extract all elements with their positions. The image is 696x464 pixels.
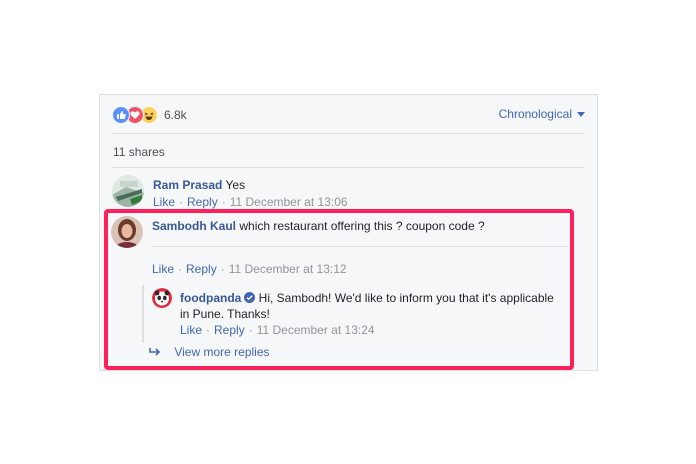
- like-icon: [112, 106, 130, 124]
- timestamp[interactable]: 11 December at 13:06: [230, 195, 348, 209]
- comment-actions: Like · Reply · 11 December at 13:06: [153, 195, 348, 209]
- like-link[interactable]: Like: [153, 195, 175, 209]
- shares-count[interactable]: 11 shares: [113, 145, 165, 159]
- reply-link[interactable]: Reply: [187, 195, 218, 209]
- reaction-count[interactable]: 6.8k: [164, 108, 187, 122]
- divider: [112, 167, 585, 168]
- highlight-box: [104, 209, 574, 370]
- caret-down-icon: [577, 111, 585, 117]
- avatar[interactable]: [112, 175, 144, 207]
- reactions-bar[interactable]: 6.8k: [112, 105, 187, 125]
- comment-author[interactable]: Ram Prasad: [153, 178, 222, 192]
- sort-label: Chronological: [498, 107, 572, 121]
- divider: [112, 133, 585, 134]
- sort-dropdown[interactable]: Chronological: [499, 107, 585, 121]
- comment-text: Yes: [225, 178, 246, 192]
